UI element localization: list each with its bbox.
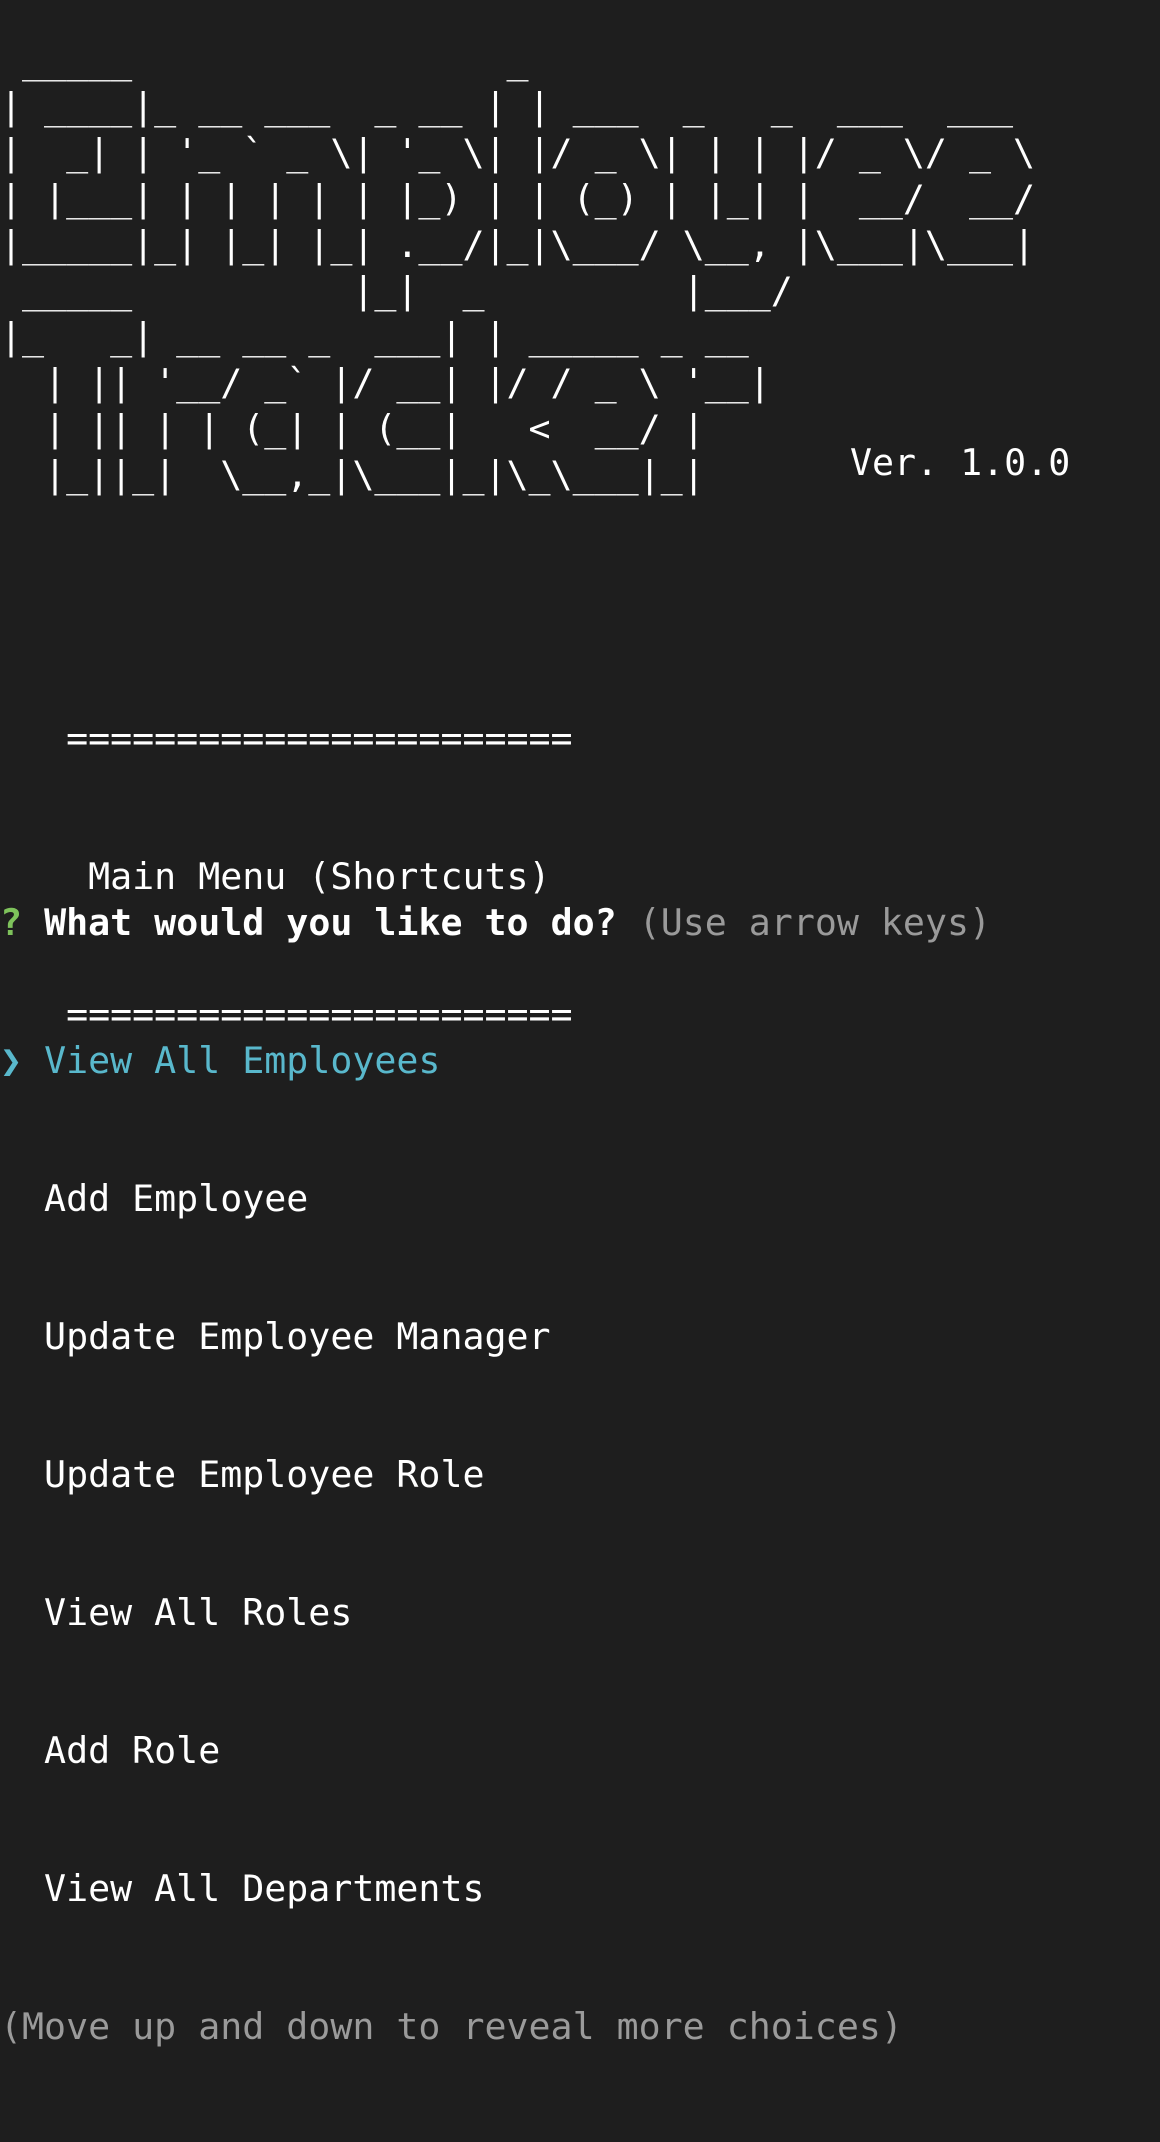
ascii-banner: _____ _ | ____|_ __ ___ _ __ | | ___ _ _ … bbox=[0, 38, 1035, 498]
scroll-hint: (Move up and down to reveal more choices… bbox=[0, 2005, 903, 2048]
prompt-question: What would you like to do? bbox=[44, 901, 617, 944]
choice-label: Update Employee Role bbox=[44, 1453, 485, 1496]
banner-line: _____ _ bbox=[0, 39, 529, 82]
banner-line: |_____|_| |_| |_| .__/|_|\___/ \__, |\__… bbox=[0, 223, 1036, 266]
prompt-list[interactable]: ? What would you like to do? (Use arrow … bbox=[0, 808, 991, 2142]
banner-line: | ____|_ __ ___ _ __ | | ___ _ _ ___ ___ bbox=[0, 85, 1014, 128]
banner-line: _____ |_| _ |___/ bbox=[0, 269, 793, 312]
choice-label: Add Employee bbox=[44, 1177, 309, 1220]
banner-line: |_ _| __ __ _ ___| | _____ _ __ bbox=[0, 315, 749, 358]
pointer-icon: ❯ bbox=[0, 1039, 23, 1082]
banner-line: | |___| | | | | | |_) | | (_) | |_| | __… bbox=[0, 177, 1036, 220]
choice-selected[interactable]: ❯ View All Employees bbox=[0, 1038, 991, 1084]
choice-label: Add Role bbox=[44, 1729, 221, 1772]
choice-view-all-departments[interactable]: View All Departments bbox=[0, 1866, 991, 1912]
choice-view-all-roles[interactable]: View All Roles bbox=[0, 1590, 991, 1636]
menu-rule-top: ======================= bbox=[0, 717, 573, 760]
version-label: Ver. 1.0.0 bbox=[850, 441, 1071, 484]
banner-line: | _| | '_ ` _ \| '_ \| |/ _ \| | | |/ _ … bbox=[0, 131, 1036, 174]
banner-line: | || '__/ _` |/ __| |/ / _ \ '__| bbox=[0, 361, 771, 404]
choice-label: View All Roles bbox=[44, 1591, 353, 1634]
choice-add-role[interactable]: Add Role bbox=[0, 1728, 991, 1774]
prompt-hint: (Use arrow keys) bbox=[638, 901, 992, 944]
question-mark-icon: ? bbox=[0, 901, 23, 944]
choice-label: Update Employee Manager bbox=[44, 1315, 551, 1358]
choice-update-employee-manager[interactable]: Update Employee Manager bbox=[0, 1314, 991, 1360]
choice-label: View All Departments bbox=[44, 1867, 485, 1910]
prompt-question-line: ? What would you like to do? (Use arrow … bbox=[0, 900, 991, 946]
choice-add-employee[interactable]: Add Employee bbox=[0, 1176, 991, 1222]
choice-label: View All Employees bbox=[44, 1039, 441, 1082]
terminal-window: _____ _ | ____|_ __ ___ _ __ | | ___ _ _ … bbox=[0, 0, 1160, 2048]
choice-update-employee-role[interactable]: Update Employee Role bbox=[0, 1452, 991, 1498]
